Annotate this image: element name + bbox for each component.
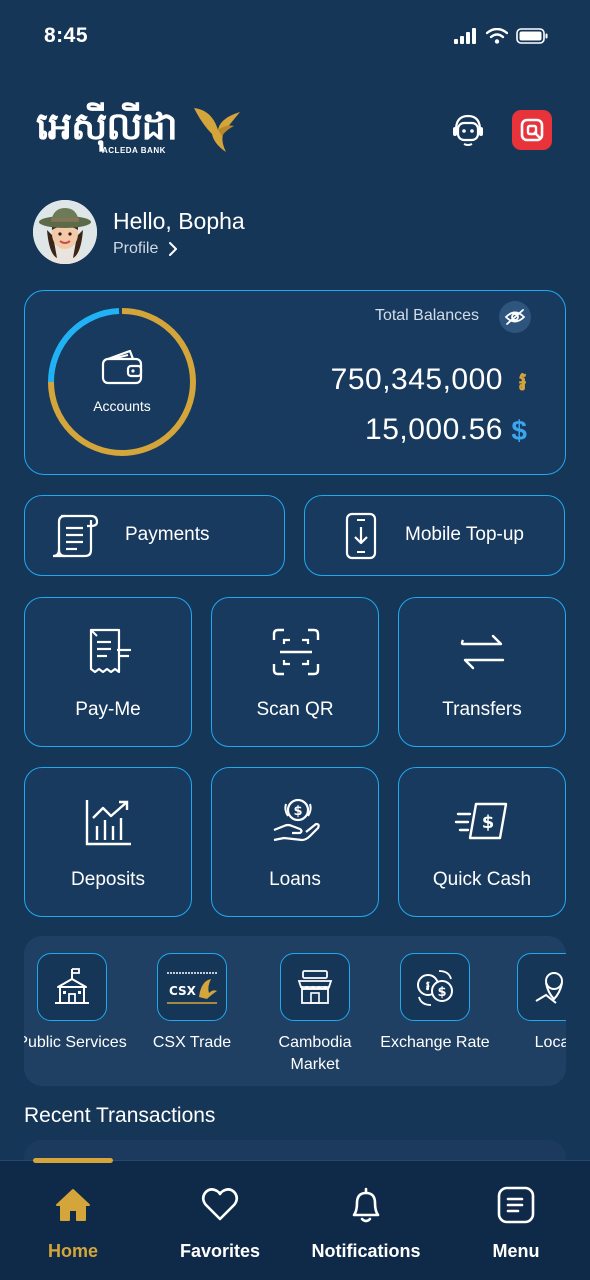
svg-text:៛: ៛ — [426, 979, 430, 994]
public-services-icon-box — [37, 953, 107, 1021]
nav-favorites-label: Favorites — [179, 1241, 261, 1261]
nav-favorites[interactable]: Favorites — [160, 1183, 280, 1262]
riel-balance: 750,345,000 — [330, 363, 503, 396]
nav-notifications[interactable]: Notifications — [306, 1183, 426, 1262]
services-strip[interactable]: Public Services CSX CSX Trade Cambodia M… — [24, 936, 566, 1086]
payments-label: Payments — [125, 524, 210, 545]
heart-icon — [198, 1183, 242, 1227]
active-tab-indicator — [33, 1158, 113, 1163]
transfers-label: Transfers — [442, 699, 522, 720]
home-icon — [51, 1183, 95, 1227]
qr-button[interactable] — [512, 110, 552, 150]
scan-qr-tile[interactable]: Scan QR — [211, 597, 379, 747]
currency-exchange-icon: ៛ $ — [417, 970, 453, 1006]
signal-icon — [454, 28, 476, 44]
wifi-icon — [486, 28, 508, 44]
nav-home[interactable]: Home — [13, 1183, 133, 1262]
profile-section[interactable]: Hello, Bopha Profile — [33, 200, 433, 264]
payments-button[interactable]: Payments — [24, 495, 285, 576]
qr-icon — [520, 118, 544, 142]
government-building-icon — [55, 968, 89, 1004]
nav-menu[interactable]: Menu — [456, 1183, 576, 1262]
receipt-scroll-icon — [52, 514, 99, 558]
csx-trade-icon-box: CSX — [157, 953, 227, 1021]
eye-off-icon — [504, 309, 526, 325]
nav-home-label: Home — [47, 1241, 98, 1261]
transfers-tile[interactable]: Transfers — [398, 597, 566, 747]
svg-text:$: $ — [437, 985, 446, 1000]
avatar[interactable] — [33, 200, 97, 264]
exchange-rate-label: Exchange Rate — [380, 1034, 490, 1051]
nav-notifications-label: Notifications — [311, 1241, 421, 1261]
location-icon-box — [517, 953, 566, 1021]
mobile-download-icon — [345, 512, 377, 560]
hide-balance-button[interactable] — [499, 301, 531, 333]
usd-balance: 15,000.56 — [365, 413, 503, 446]
chevron-right-icon — [169, 242, 178, 256]
loans-label: Loans — [269, 869, 321, 890]
menu-list-icon — [494, 1183, 538, 1227]
mobile-topup-label: Mobile Top-up — [405, 524, 525, 545]
deposits-tile[interactable]: Deposits — [24, 767, 192, 917]
cambodia-market-label: Cambodia Market — [278, 1034, 352, 1073]
profile-link[interactable]: Profile — [113, 240, 178, 258]
location-pin-icon — [535, 972, 563, 1004]
profile-link-label: Profile — [113, 240, 159, 257]
scan-qr-label: Scan QR — [256, 699, 334, 720]
csx-trade-label: CSX Trade — [152, 1034, 232, 1051]
svg-text:$: $ — [482, 812, 495, 833]
total-balances-label: Total Balances — [374, 307, 479, 324]
csx-logo-text: CSX — [169, 984, 197, 998]
bell-icon — [344, 1183, 388, 1227]
avatar-image — [33, 200, 97, 264]
market-store-icon — [297, 970, 333, 1004]
deposits-label: Deposits — [71, 869, 145, 890]
mobile-topup-button[interactable]: Mobile Top-up — [304, 495, 565, 576]
logo-english-text: ACLEDA BANK — [102, 146, 166, 155]
loans-tile[interactable]: $ Loans — [211, 767, 379, 917]
support-agent-button[interactable] — [448, 110, 488, 150]
bottom-navigation: Home Favorites Notifications Menu — [0, 1158, 590, 1280]
csx-logo-icon: CSX — [167, 972, 217, 1004]
transfer-arrows-icon — [460, 634, 505, 670]
nav-menu-label: Menu — [492, 1241, 540, 1261]
usd-symbol: $ — [511, 415, 527, 446]
public-services-label: Public Services — [24, 1034, 127, 1051]
location-label: Loca — [534, 1034, 566, 1051]
status-time: 8:45 — [44, 24, 89, 47]
acleda-logo: អេស៊ីលីដា ACLEDA BANK — [36, 100, 246, 160]
receipt-icon — [89, 628, 131, 674]
wallet-icon — [101, 349, 143, 385]
riel-symbol: ៛ — [518, 366, 527, 396]
exchange-rate-icon-box: ៛ $ — [400, 953, 470, 1021]
fast-cash-icon: $ — [454, 802, 508, 840]
scan-qr-icon — [272, 628, 320, 676]
quick-cash-tile[interactable]: $ Quick Cash — [398, 767, 566, 917]
cambodia-market-icon-box — [280, 953, 350, 1021]
hand-coin-icon: $ — [273, 798, 320, 842]
pay-me-tile[interactable]: Pay-Me — [24, 597, 192, 747]
support-agent-icon — [453, 114, 483, 146]
status-icons — [454, 28, 548, 44]
status-bar: 8:45 — [0, 0, 590, 72]
accounts-label: Accounts — [93, 398, 151, 414]
app-header: អេស៊ីលីដា ACLEDA BANK — [0, 100, 590, 160]
battery-icon — [516, 28, 548, 44]
quick-cash-label: Quick Cash — [432, 869, 532, 890]
recent-transactions-title: Recent Transactions — [24, 1104, 216, 1127]
svg-text:$: $ — [293, 804, 302, 819]
bird-logo-icon — [194, 108, 240, 152]
growth-chart-icon — [85, 800, 131, 846]
balance-card[interactable]: Accounts Total Balances 750,345,000 ៛ 15… — [24, 290, 566, 475]
pay-me-label: Pay-Me — [75, 699, 141, 720]
greeting-text: Hello, Bopha — [113, 208, 245, 234]
